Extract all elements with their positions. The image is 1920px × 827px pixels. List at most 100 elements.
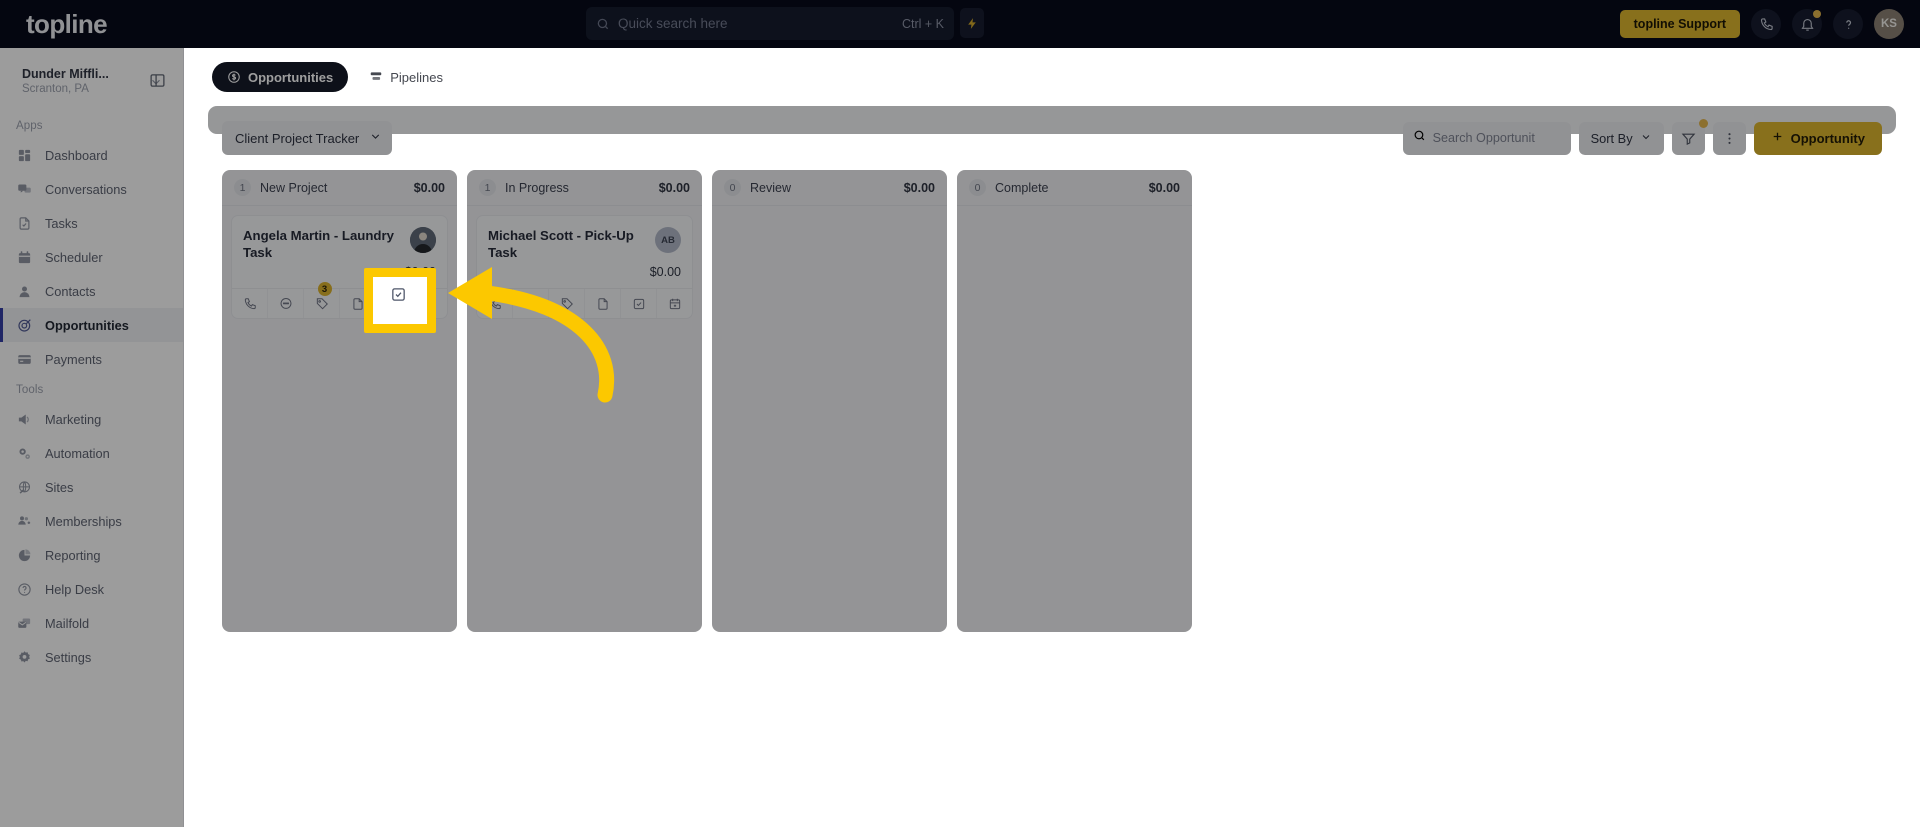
sidebar-item-label: Tasks [45,215,78,231]
sidebar-item-mailfold[interactable]: Mailfold [0,606,183,640]
avatar[interactable]: KS [1874,9,1904,39]
column-body[interactable] [712,206,947,632]
sidebar-item-marketing[interactable]: Marketing [0,402,183,436]
column-body[interactable] [957,206,1192,632]
filter-button[interactable] [1671,118,1708,155]
column-total: $0.00 [658,180,690,195]
search-opportunities-input[interactable] [1432,131,1561,145]
pipeline-selector[interactable]: Client Project Tracker [222,121,393,155]
card-header: Angela Martin - Laundry Task $0.00 [232,216,447,288]
sidebar-item-automation[interactable]: Automation [0,436,183,470]
add-opportunity-label: Opportunity [1790,130,1865,146]
checkbox-icon[interactable] [621,289,657,318]
sidebar-item-payments[interactable]: Payments [0,342,183,376]
pipeline-selector-value: Client Project Tracker [235,130,360,146]
megaphone-icon [16,411,33,428]
add-opportunity-button[interactable]: Opportunity [1753,121,1882,155]
card-title: Angela Martin - Laundry Task [243,228,394,260]
phone-call-icon[interactable] [232,289,268,318]
kanban-column-complete: 0 Complete $0.00 [957,170,1192,632]
sidebar-item-settings[interactable]: Settings [0,640,183,674]
sidebar-item-label: Payments [45,351,102,367]
sidebar-item-label: Sites [45,479,74,495]
board-toolbar-actions: Sort By [1402,118,1882,155]
search-opportunities[interactable] [1402,121,1571,155]
tab-pipelines[interactable]: Pipelines [354,62,458,92]
more-options-button[interactable] [1712,121,1746,155]
sidebar-toggle-icon[interactable] [143,66,171,94]
card-title-row: Michael Scott - Pick-Up Task AB [488,227,681,261]
card-avatar: AB [655,227,681,253]
sidebar-item-help-desk[interactable]: Help Desk [0,572,183,606]
pipeline-icon [369,70,383,84]
column-body[interactable]: Michael Scott - Pick-Up Task AB $0.00 [467,206,702,632]
opportunities-board: Client Project Tracker Search Opportunit… [208,106,1896,632]
document-icon[interactable] [340,289,376,318]
sidebar-item-contacts[interactable]: Contacts [0,274,183,308]
card-actions: 3 [232,282,447,318]
message-icon[interactable] [513,289,549,318]
person-icon [16,283,33,300]
globe-icon [16,479,33,496]
lightning-bolt-icon[interactable] [960,8,984,38]
phone-call-icon[interactable] [477,289,513,318]
checkbox-icon[interactable] [376,289,412,318]
opportunity-card[interactable]: Angela Martin - Laundry Task $0.00 3 [231,215,448,319]
dollar-circle-icon [227,70,241,84]
sidebar-item-dashboard[interactable]: Dashboard [0,138,183,172]
kanban-column-in-progress: 1 In Progress $0.00 Michael Scott - Pick… [467,170,702,632]
message-icon[interactable] [268,289,304,318]
sidebar-item-tasks[interactable]: Tasks [0,206,183,240]
sidebar-item-reporting[interactable]: Reporting [0,538,183,572]
tab-label: Opportunities [248,69,334,85]
search-icon [596,17,610,31]
gears-icon [16,445,33,462]
sidebar-item-label: Conversations [45,181,127,197]
document-icon[interactable] [585,289,621,318]
calendar-icon [16,249,33,266]
app-logo[interactable]: topline [0,9,225,40]
column-title: Review [750,180,791,195]
org-location: Scranton, PA [22,83,89,95]
dashboard-icon [16,147,33,164]
credit-card-icon [16,351,33,368]
plus-icon [1771,130,1784,146]
gear-icon [16,649,33,666]
nav-group-label-apps: Apps [16,120,43,132]
phone-icon[interactable] [1751,9,1781,39]
filter-active-badge [1698,118,1708,128]
search-input[interactable] [618,16,894,31]
top-bar-actions: topline Support KS [1619,0,1904,48]
opportunity-card[interactable]: Michael Scott - Pick-Up Task AB $0.00 [476,215,693,319]
tab-opportunities[interactable]: Opportunities [212,62,349,92]
column-total: $0.00 [1148,180,1180,195]
chevron-down-icon [369,130,382,146]
tag-icon[interactable]: 3 [304,282,340,318]
sidebar-item-sites[interactable]: Sites [0,470,183,504]
task-check-icon [16,215,33,232]
search-icon [1413,129,1426,147]
calendar-add-icon[interactable] [412,289,447,318]
kanban-column-new-project: 1 New Project $0.00 Angela Martin - Laun… [222,170,457,632]
sidebar-item-label: Memberships [45,513,122,529]
column-title: In Progress [505,180,569,195]
sort-by-dropdown[interactable]: Sort By [1578,121,1664,155]
sidebar-item-opportunities[interactable]: Opportunities [0,308,183,342]
search-shortcut-badge: Ctrl + K [901,16,944,31]
question-mark-icon[interactable] [1833,9,1863,39]
sidebar-item-memberships[interactable]: Memberships [0,504,183,538]
sidebar-item-conversations[interactable]: Conversations [0,172,183,206]
bell-icon[interactable] [1792,9,1822,39]
column-header: 1 In Progress $0.00 [467,170,702,206]
chat-bubbles-icon [16,181,33,198]
card-avatar [410,227,436,253]
column-body[interactable]: Angela Martin - Laundry Task $0.00 3 [222,206,457,632]
sidebar-item-label: Contacts [45,283,96,299]
tag-icon[interactable] [549,289,585,318]
sidebar-item-label: Opportunities [45,317,129,333]
calendar-add-icon[interactable] [657,289,692,318]
global-search[interactable]: Ctrl + K [586,7,954,40]
sidebar-item-scheduler[interactable]: Scheduler [0,240,183,274]
card-actions [477,288,692,318]
support-button[interactable]: topline Support [1619,10,1740,38]
